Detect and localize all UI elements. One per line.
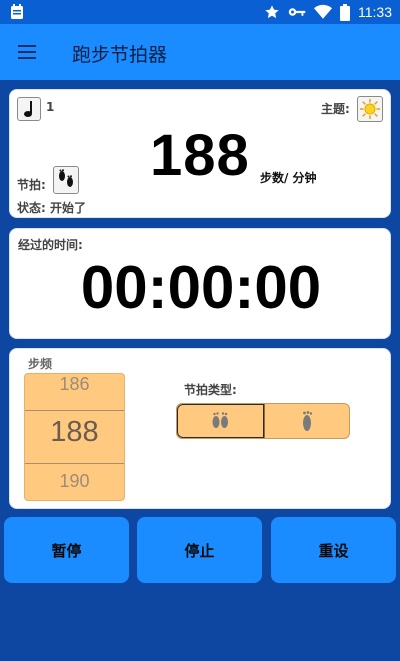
both-feet-icon <box>212 412 229 428</box>
status-bar: 11:33 <box>0 0 400 24</box>
elapsed-time-card: 经过的时间: 00:00:00 <box>9 228 391 339</box>
sun-icon[interactable] <box>357 96 383 122</box>
picker-current-value[interactable]: 188 <box>25 416 124 449</box>
footprints-icon[interactable] <box>53 166 79 194</box>
cadence-card: 步频 186 188 190 节拍类型: <box>9 348 391 509</box>
music-note-icon[interactable] <box>17 97 41 121</box>
picker-divider <box>25 463 124 464</box>
status-time: 11:33 <box>358 4 392 20</box>
key-icon <box>288 8 306 16</box>
app-bar: 跑步节拍器 <box>0 24 400 80</box>
elapsed-time-value: 00:00:00 <box>80 254 322 321</box>
picker-divider <box>25 410 124 411</box>
stop-button[interactable]: 停止 <box>137 517 262 583</box>
hamburger-menu-icon[interactable] <box>12 38 42 66</box>
app-title: 跑步节拍器 <box>72 44 168 66</box>
beat-type-selector <box>176 403 350 439</box>
pause-button[interactable]: 暂停 <box>4 517 129 583</box>
bpm-value: 188 <box>150 123 250 188</box>
bpm-info-card: 1 主题: 188 步数/ 分钟 节拍: 状态: 开始了 <box>9 89 391 218</box>
note-count: 1 <box>46 100 55 114</box>
beat-type-label: 节拍类型: <box>184 383 237 397</box>
reset-button[interactable]: 重设 <box>271 517 396 583</box>
single-foot-option[interactable] <box>265 404 350 438</box>
wifi-icon <box>314 4 332 19</box>
both-feet-option[interactable] <box>177 404 264 438</box>
star-icon <box>265 5 279 19</box>
theme-label: 主题: <box>321 102 350 116</box>
picker-prev-value[interactable]: 186 <box>25 374 124 395</box>
battery-icon <box>340 3 350 21</box>
cadence-label: 步频 <box>28 357 53 371</box>
cadence-picker[interactable]: 186 188 190 <box>24 373 125 501</box>
status-text: 状态: 开始了 <box>17 201 86 215</box>
single-foot-icon <box>302 411 312 431</box>
app-notification-icon <box>11 4 23 19</box>
control-buttons: 暂停 停止 重设 <box>0 517 400 583</box>
elapsed-time-label: 经过的时间: <box>18 238 83 252</box>
picker-next-value[interactable]: 190 <box>25 471 124 492</box>
beat-label: 节拍: <box>17 178 46 192</box>
bpm-unit: 步数/ 分钟 <box>260 171 317 185</box>
